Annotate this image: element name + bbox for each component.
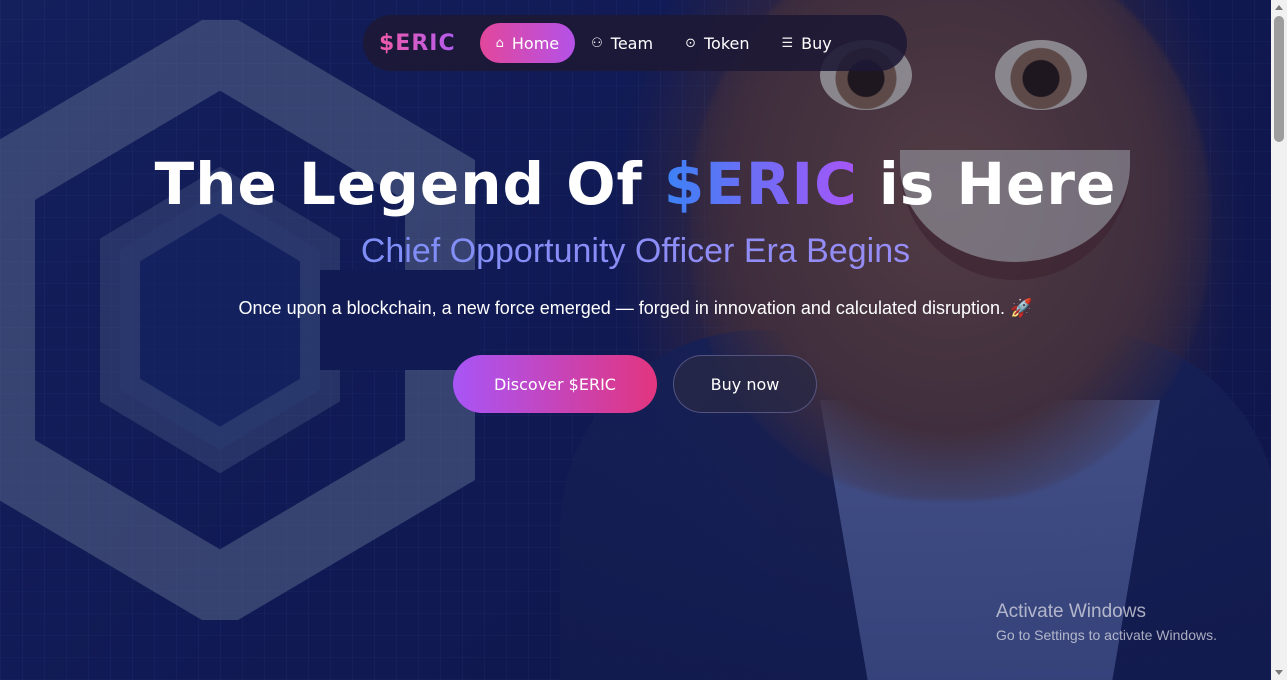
hero-subtitle: Chief Opportunity Officer Era Begins [0, 232, 1271, 271]
nav-item-label: Home [511, 33, 560, 53]
nav-item-buy[interactable]: ☰ Buy [766, 23, 848, 63]
hero-title-accent: $ERIC [663, 150, 858, 218]
nav-item-label: Team [610, 33, 654, 53]
buy-now-button[interactable]: Buy now [673, 355, 817, 413]
hero-tagline: Once upon a blockchain, a new force emer… [238, 298, 1033, 318]
scroll-up-arrow-icon[interactable] [1275, 5, 1283, 10]
hero-title: The Legend Of $ERIC is Here [0, 150, 1271, 218]
watermark-title: Activate Windows [996, 601, 1146, 622]
cart-icon: ☰ [781, 35, 794, 51]
nav-item-token[interactable]: ⊙ Token [669, 23, 765, 63]
scroll-down-arrow-icon[interactable] [1275, 670, 1283, 675]
nav-item-home[interactable]: ⌂ Home [479, 23, 576, 63]
top-navbar: $ERIC ⌂ Home ⚇ Team ⊙ Token ☰ Buy [363, 15, 907, 71]
home-icon: ⌂ [495, 35, 504, 51]
nav-item-label: Buy [801, 33, 832, 53]
nav-item-team[interactable]: ⚇ Team [575, 23, 669, 63]
discover-button[interactable]: Discover $ERIC [453, 355, 657, 413]
team-icon: ⚇ [591, 35, 603, 51]
brand-logo[interactable]: $ERIC [379, 31, 456, 56]
watermark-subtitle: Go to Settings to activate Windows. [996, 627, 1217, 643]
nav-item-label: Token [703, 33, 750, 53]
vertical-scrollbar[interactable] [1271, 0, 1287, 680]
hero-title-end: is Here [857, 150, 1117, 218]
windows-activation-watermark: Activate Windows Go to Settings to activ… [996, 601, 1217, 643]
dark-overlay [0, 0, 1271, 680]
hero-title-start: The Legend Of [154, 150, 664, 218]
token-icon: ⊙ [685, 35, 696, 51]
hero-background [0, 0, 1271, 680]
scrollbar-thumb[interactable] [1274, 16, 1284, 142]
